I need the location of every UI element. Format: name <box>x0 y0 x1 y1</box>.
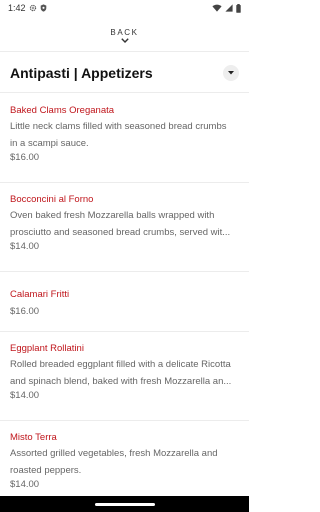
category-dropdown-button[interactable] <box>223 64 239 81</box>
menu-item[interactable]: Baked Clams Oreganata Little neck clams … <box>0 94 249 183</box>
item-description-line: and spinach blend, baked with fresh Mozz… <box>10 376 232 387</box>
item-name: Eggplant Rollatini <box>10 343 84 354</box>
shield-icon <box>40 4 46 12</box>
menu-item[interactable]: Bocconcini al Forno Oven baked fresh Moz… <box>0 183 249 272</box>
menu-item[interactable]: Eggplant Rollatini Rolled breaded eggpla… <box>0 332 249 421</box>
item-name: Bocconcini al Forno <box>10 194 94 205</box>
category-header: Antipasti | Appetizers <box>0 53 249 93</box>
item-name: Misto Terra <box>10 432 57 443</box>
item-description-line: in a scampi sauce. <box>10 138 89 149</box>
menu-list: Baked Clams Oreganata Little neck clams … <box>0 94 249 501</box>
status-time: 1:42 <box>8 3 26 13</box>
chevron-down-icon <box>120 38 129 43</box>
menu-item[interactable]: Misto Terra Assorted grilled vegetables,… <box>0 421 249 501</box>
system-nav-bar <box>0 496 249 512</box>
item-price: $14.00 <box>10 241 40 252</box>
item-name: Baked Clams Oreganata <box>10 105 115 116</box>
item-price: $14.00 <box>10 479 40 490</box>
home-gesture-handle[interactable] <box>94 502 155 506</box>
item-description-line: Little neck clams filled with seasoned b… <box>10 121 227 132</box>
item-description-line: Rolled breaded eggplant filled with a de… <box>10 359 231 370</box>
status-left: 1:42 <box>8 3 47 13</box>
item-description-line: prosciutto and seasoned bread crumbs, se… <box>10 227 231 238</box>
item-description-line: roasted peppers. <box>10 465 82 476</box>
menu-item[interactable]: Calamari Fritti $16.00 <box>0 272 249 332</box>
item-price: $14.00 <box>10 390 40 401</box>
item-price: $16.00 <box>10 152 40 163</box>
wifi-icon <box>212 4 222 12</box>
caret-down-icon <box>228 70 234 74</box>
item-description-line: Assorted grilled vegetables, fresh Mozza… <box>10 448 218 459</box>
status-bar: 1:42 <box>0 0 249 16</box>
back-label: BACK <box>110 28 139 37</box>
item-name: Calamari Fritti <box>10 289 70 300</box>
item-description-line: Oven baked fresh Mozzarella balls wrappe… <box>10 210 215 221</box>
status-right <box>212 3 241 13</box>
category-title: Antipasti | Appetizers <box>10 64 153 81</box>
settings-icon <box>29 4 36 12</box>
cell-signal-icon <box>225 4 233 12</box>
battery-icon <box>236 3 241 13</box>
back-button[interactable]: BACK <box>0 16 249 52</box>
item-price: $16.00 <box>10 306 40 317</box>
